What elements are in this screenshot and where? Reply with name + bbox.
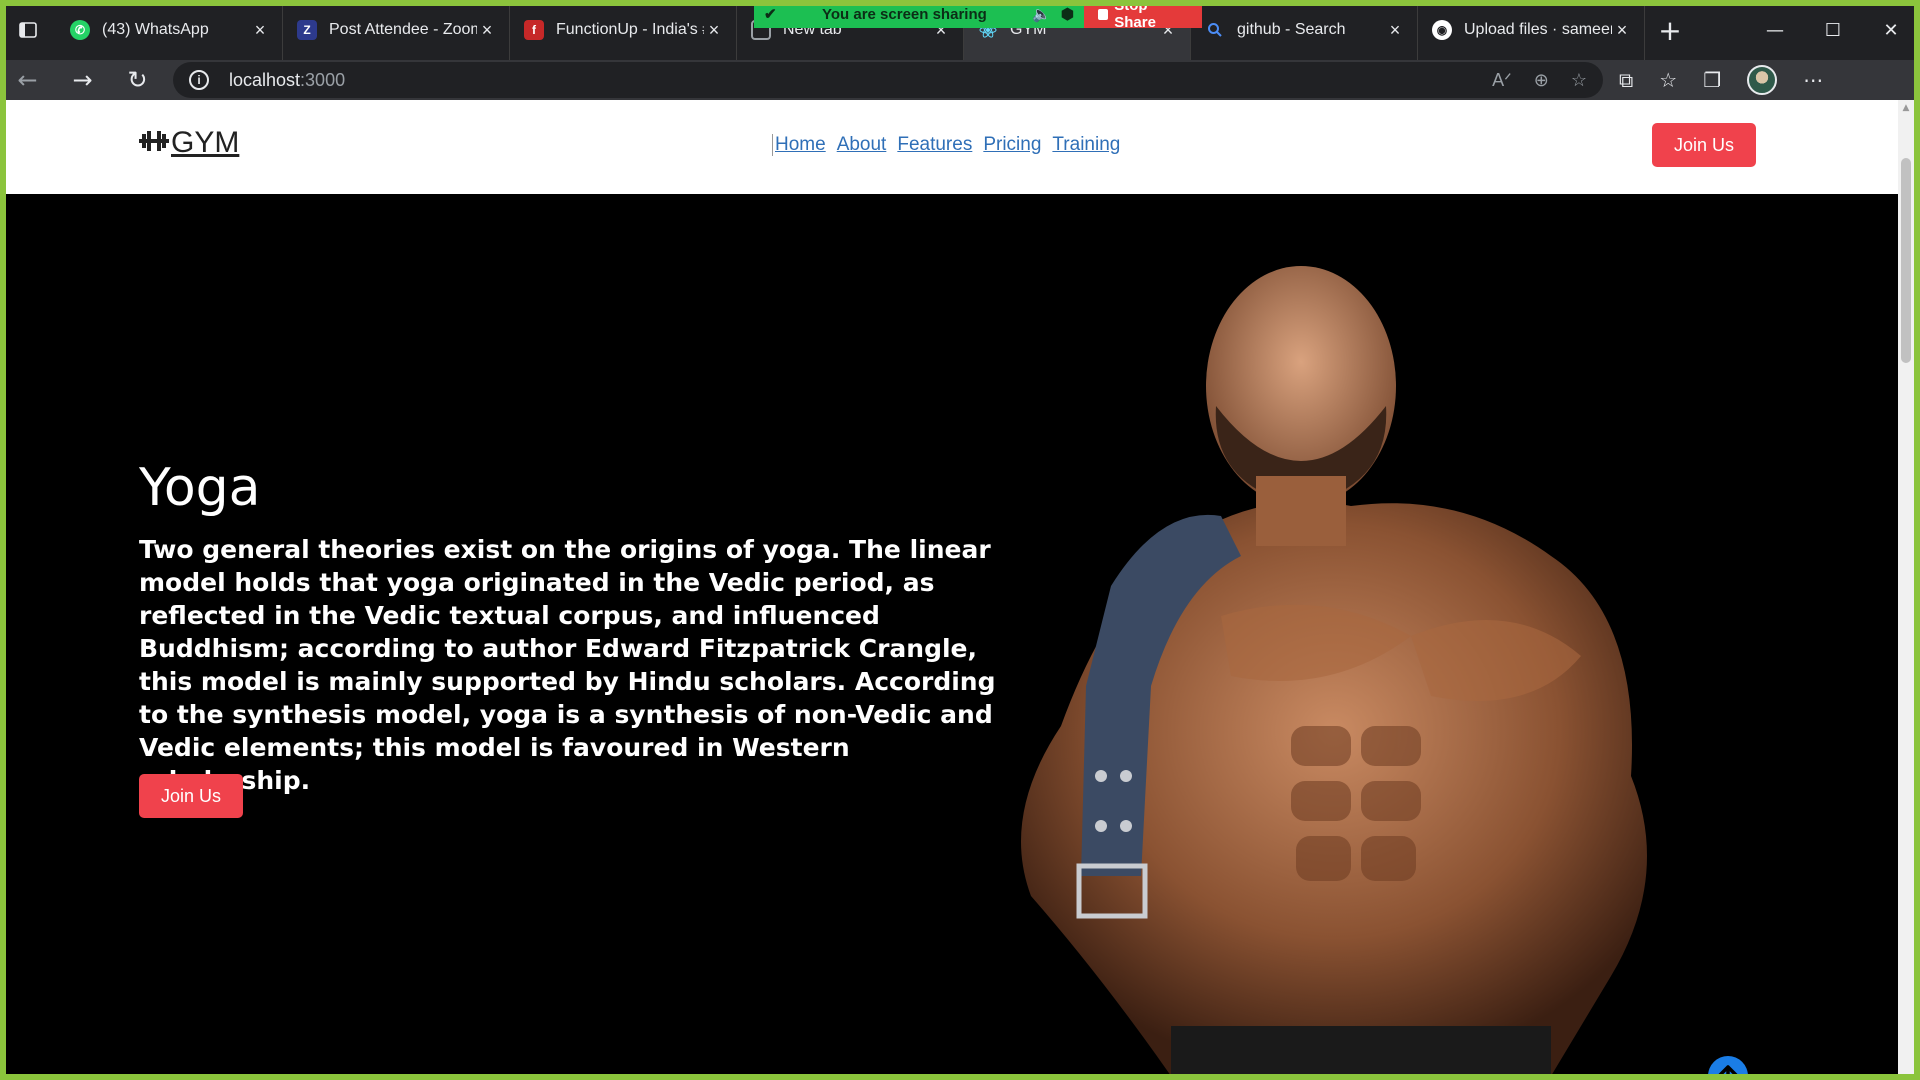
new-tab-button[interactable]: + <box>1645 0 1695 60</box>
favorites-icon[interactable]: ☆ <box>1659 68 1677 92</box>
stop-share-label: Stop Share <box>1114 0 1156 31</box>
close-window-icon[interactable]: ✕ <box>1862 0 1920 60</box>
tab-zoom[interactable]: Z Post Attendee - Zoom × <box>283 0 510 60</box>
screen-share-banner: ✔ You are screen sharing 🔈 ⬢ Stop Share <box>754 0 1202 31</box>
omnibox-actions: Aᐟ ⊕ ☆ <box>1492 70 1587 91</box>
header-join-button[interactable]: Join Us <box>1652 123 1756 167</box>
url-port: :3000 <box>300 69 346 90</box>
security-icon: ⬢ <box>1060 6 1074 23</box>
search-icon <box>1205 20 1225 40</box>
tab-title: Upload files · sameery <box>1464 21 1612 38</box>
close-icon[interactable]: × <box>704 20 724 41</box>
zoom-icon[interactable]: ⊕ <box>1534 70 1549 91</box>
tab-title: Post Attendee - Zoom <box>329 21 477 38</box>
functionup-icon: f <box>524 20 544 40</box>
hero-join-button[interactable]: Join Us <box>139 774 243 818</box>
nav-training[interactable]: Training <box>1052 134 1120 156</box>
nav-features[interactable]: Features <box>897 134 972 156</box>
read-aloud-icon[interactable]: Aᐟ <box>1492 70 1512 91</box>
toolbar-right: ⧉ ☆ ❐ ⋯ <box>1619 65 1823 95</box>
add-favorite-icon[interactable]: ☆ <box>1571 70 1587 91</box>
share-status: ✔ You are screen sharing 🔈 ⬢ <box>754 0 1084 28</box>
collections-icon[interactable]: ❐ <box>1703 68 1721 92</box>
hero-title: Yoga <box>139 458 261 518</box>
page-viewport: GYM Home About Features Pricing Training… <box>6 100 1898 1074</box>
site-info-icon[interactable]: i <box>189 70 209 90</box>
stop-share-button[interactable]: Stop Share <box>1084 0 1202 31</box>
logo-text: GYM <box>171 126 240 159</box>
scroll-up-arrow-icon[interactable]: ▲ <box>1898 100 1914 116</box>
reload-icon[interactable]: ↻ <box>110 60 165 100</box>
maximize-icon[interactable]: ☐ <box>1804 0 1862 60</box>
zoom-icon: Z <box>297 20 317 40</box>
speaker-icon: 🔈 <box>1032 6 1051 23</box>
github-icon: ◉ <box>1432 20 1452 40</box>
avatar[interactable] <box>1747 65 1778 95</box>
nav-pricing[interactable]: Pricing <box>983 134 1041 156</box>
nav-home[interactable]: Home <box>775 134 826 156</box>
share-status-text: You are screen sharing <box>821 5 987 23</box>
main-nav: Home About Features Pricing Training <box>772 134 1120 156</box>
tab-functionup[interactable]: f FunctionUp - India's # × <box>510 0 737 60</box>
more-menu-icon[interactable]: ⋯ <box>1803 68 1823 92</box>
tab-github-upload[interactable]: ◉ Upload files · sameery × <box>1418 0 1645 60</box>
arrow-up-icon <box>1718 1065 1738 1074</box>
site-logo[interactable]: GYM <box>139 126 239 160</box>
tab-whatsapp[interactable]: ✆ (43) WhatsApp × <box>56 0 283 60</box>
tab-title: FunctionUp - India's # <box>556 21 704 38</box>
page-scrollbar[interactable]: ▲ <box>1898 100 1914 1074</box>
close-icon[interactable]: × <box>250 20 270 41</box>
hero-description: Two general theories exist on the origin… <box>139 535 996 795</box>
whatsapp-icon: ✆ <box>70 20 90 40</box>
address-bar[interactable]: i localhost:3000 Aᐟ ⊕ ☆ <box>173 62 1603 98</box>
site-header: GYM Home About Features Pricing Training… <box>6 100 1898 194</box>
close-icon[interactable]: × <box>477 20 497 41</box>
tab-title: (43) WhatsApp <box>102 21 209 38</box>
hero-image <box>1021 266 1647 1074</box>
minimize-icon[interactable]: — <box>1746 0 1804 60</box>
scrollbar-thumb[interactable] <box>1901 158 1911 363</box>
stop-icon <box>1098 8 1109 20</box>
tab-github-search[interactable]: github - Search × <box>1191 0 1418 60</box>
tab-title: github - Search <box>1237 21 1346 38</box>
nav-about[interactable]: About <box>837 134 887 156</box>
hero-section: Yoga Two general theories exist on the o… <box>6 194 1898 1074</box>
tab-actions-icon[interactable] <box>0 0 56 60</box>
browser-toolbar: ← → ↻ i localhost:3000 Aᐟ ⊕ ☆ ⧉ ☆ ❐ ⋯ <box>0 60 1920 100</box>
forward-icon[interactable]: → <box>55 60 110 100</box>
dumbbell-icon <box>139 126 169 160</box>
url-host: localhost <box>229 69 301 90</box>
window-controls: — ☐ ✕ <box>1746 0 1920 60</box>
back-icon[interactable]: ← <box>0 60 55 100</box>
extensions-icon[interactable]: ⧉ <box>1619 68 1633 92</box>
close-icon[interactable]: × <box>1612 20 1632 41</box>
close-icon[interactable]: × <box>1385 20 1405 41</box>
shield-icon: ✔ <box>764 6 777 23</box>
